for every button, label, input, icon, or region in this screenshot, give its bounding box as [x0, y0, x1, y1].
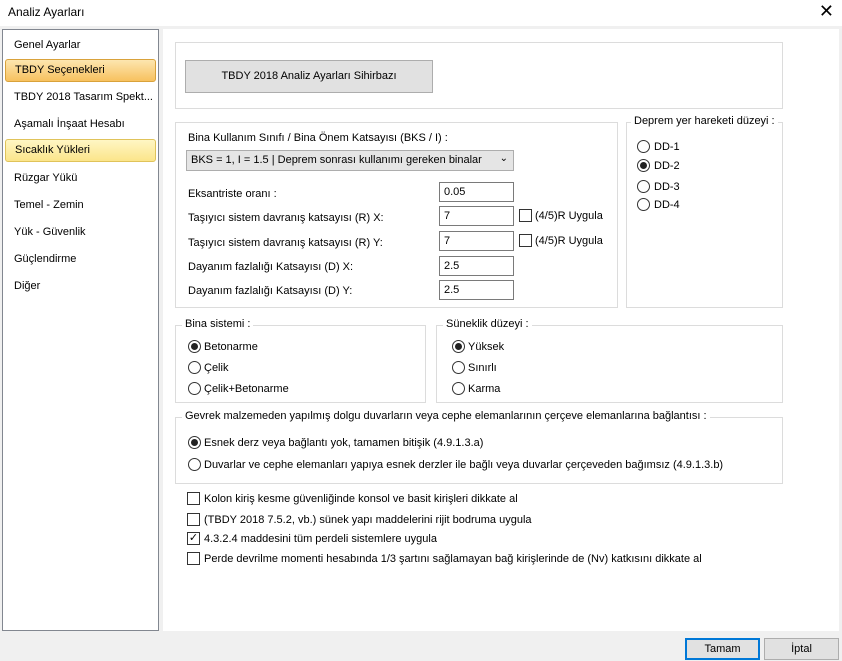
eksantrik-input[interactable] — [439, 182, 514, 202]
eksantrik-label: Eksantriste oranı : — [188, 188, 277, 200]
betonarme-label: Betonarme — [204, 341, 258, 353]
dolgu-a-radio[interactable] — [188, 436, 201, 449]
ry-45-label: (4/5)R Uygula — [535, 235, 603, 247]
parameters-group: Bina Kullanım Sınıfı / Bina Önem Katsayı… — [175, 122, 618, 308]
ok-button[interactable]: Tamam — [685, 638, 760, 660]
betonarme-radio[interactable] — [188, 340, 201, 353]
deprem-group: Deprem yer hareketi düzeyi : DD-1 DD-2 D… — [626, 115, 783, 308]
settings-panel: TBDY 2018 Analiz Ayarları Sihirbazı Bina… — [163, 29, 839, 631]
bina-sistemi-group: Bina sistemi : Betonarme Çelik Çelik+Bet… — [175, 318, 426, 403]
dd4-label: DD-4 — [654, 199, 680, 211]
dolgu-b-label: Duvarlar ve cephe elemanları yapıya esne… — [204, 459, 724, 471]
sinirli-label: Sınırlı — [468, 362, 497, 374]
dd3-label: DD-3 — [654, 181, 680, 193]
rx-input[interactable] — [439, 206, 514, 226]
dolgu-a-label: Esnek derz veya bağlantı yok, tamamen bi… — [204, 437, 484, 449]
devrilme-label: Perde devrilme momenti hesabında 1/3 şar… — [204, 553, 702, 565]
perdeli-checkbox[interactable]: ✓ — [187, 532, 200, 545]
sidebar-item-guclendirme[interactable]: Güçlendirme — [5, 248, 156, 271]
dd2-label: DD-2 — [654, 160, 680, 172]
karma-label: Karma — [468, 383, 501, 395]
sidebar: Genel Ayarlar TBDY Seçenekleri TBDY 2018… — [2, 29, 159, 631]
rijit-bodrum-label: (TBDY 2018 7.5.2, vb.) sünek yapı maddel… — [204, 514, 532, 526]
konsol-checkbox[interactable] — [187, 492, 200, 505]
sidebar-item-temel-zemin[interactable]: Temel - Zemin — [5, 194, 156, 217]
close-icon[interactable]: ✕ — [819, 1, 834, 21]
sidebar-item-diger[interactable]: Diğer — [5, 275, 156, 298]
dd1-label: DD-1 — [654, 141, 680, 153]
celik-betonarme-radio[interactable] — [188, 382, 201, 395]
ry-input[interactable] — [439, 231, 514, 251]
perdeli-label: 4.3.2.4 maddesini tüm perdeli sistemlere… — [204, 533, 437, 545]
dolgu-legend: Gevrek malzemeden yapılmış dolgu duvarla… — [182, 410, 710, 422]
sinirli-radio[interactable] — [452, 361, 465, 374]
title-bar: Analiz Ayarları ✕ — [0, 0, 842, 26]
dx-input[interactable] — [439, 256, 514, 276]
wizard-button[interactable]: TBDY 2018 Analiz Ayarları Sihirbazı — [185, 60, 433, 93]
rx-45-label: (4/5)R Uygula — [535, 210, 603, 222]
bks-label: Bina Kullanım Sınıfı / Bina Önem Katsayı… — [188, 132, 448, 144]
sidebar-item-genel-ayarlar[interactable]: Genel Ayarlar — [5, 34, 156, 57]
sidebar-item-yuk-guvenlik[interactable]: Yük - Güvenlik — [5, 221, 156, 244]
suneklik-legend: Süneklik düzeyi : — [443, 318, 532, 330]
wizard-group: TBDY 2018 Analiz Ayarları Sihirbazı — [175, 42, 783, 109]
sidebar-item-asamali-insaat[interactable]: Aşamalı İnşaat Hesabı — [5, 113, 156, 136]
rijit-bodrum-checkbox[interactable] — [187, 513, 200, 526]
dolgu-group: Gevrek malzemeden yapılmış dolgu duvarla… — [175, 410, 783, 484]
karma-radio[interactable] — [452, 382, 465, 395]
window-title: Analiz Ayarları — [8, 5, 85, 19]
dy-input[interactable] — [439, 280, 514, 300]
ry-label: Taşıyıcı sistem davranış katsayısı (R) Y… — [188, 237, 383, 249]
suneklik-group: Süneklik düzeyi : Yüksek Sınırlı Karma — [436, 318, 783, 403]
ry-45-checkbox[interactable] — [519, 234, 532, 247]
bks-select-value: BKS = 1, I = 1.5 | Deprem sonrası kullan… — [191, 154, 482, 166]
chevron-down-icon: ⌄ — [499, 153, 508, 164]
dd4-radio[interactable] — [637, 198, 650, 211]
rx-label: Taşıyıcı sistem davranış katsayısı (R) X… — [188, 212, 384, 224]
dd2-radio[interactable] — [637, 159, 650, 172]
celik-betonarme-label: Çelik+Betonarme — [204, 383, 289, 395]
konsol-label: Kolon kiriş kesme güvenliğinde konsol ve… — [204, 493, 518, 505]
dolgu-b-radio[interactable] — [188, 458, 201, 471]
dy-label: Dayanım fazlalığı Katsayısı (D) Y: — [188, 285, 353, 297]
sidebar-item-tasarim-spektrumu[interactable]: TBDY 2018 Tasarım Spekt... — [5, 86, 156, 109]
yuksek-label: Yüksek — [468, 341, 505, 353]
dd1-radio[interactable] — [637, 140, 650, 153]
yuksek-radio[interactable] — [452, 340, 465, 353]
bks-select[interactable]: BKS = 1, I = 1.5 | Deprem sonrası kullan… — [186, 150, 514, 171]
deprem-legend: Deprem yer hareketi düzeyi : — [631, 115, 778, 127]
rx-45-checkbox[interactable] — [519, 209, 532, 222]
dx-label: Dayanım fazlalığı Katsayısı (D) X: — [188, 261, 354, 273]
bina-sistemi-legend: Bina sistemi : — [182, 318, 254, 330]
celik-radio[interactable] — [188, 361, 201, 374]
sidebar-item-tbdy-secenekleri[interactable]: TBDY Seçenekleri — [5, 59, 156, 82]
sidebar-item-ruzgar-yuku[interactable]: Rüzgar Yükü — [5, 167, 156, 190]
devrilme-checkbox[interactable] — [187, 552, 200, 565]
celik-label: Çelik — [204, 362, 229, 374]
dd3-radio[interactable] — [637, 180, 650, 193]
cancel-button[interactable]: İptal — [764, 638, 839, 660]
sidebar-item-sicaklik-yukleri[interactable]: Sıcaklık Yükleri — [5, 139, 156, 162]
